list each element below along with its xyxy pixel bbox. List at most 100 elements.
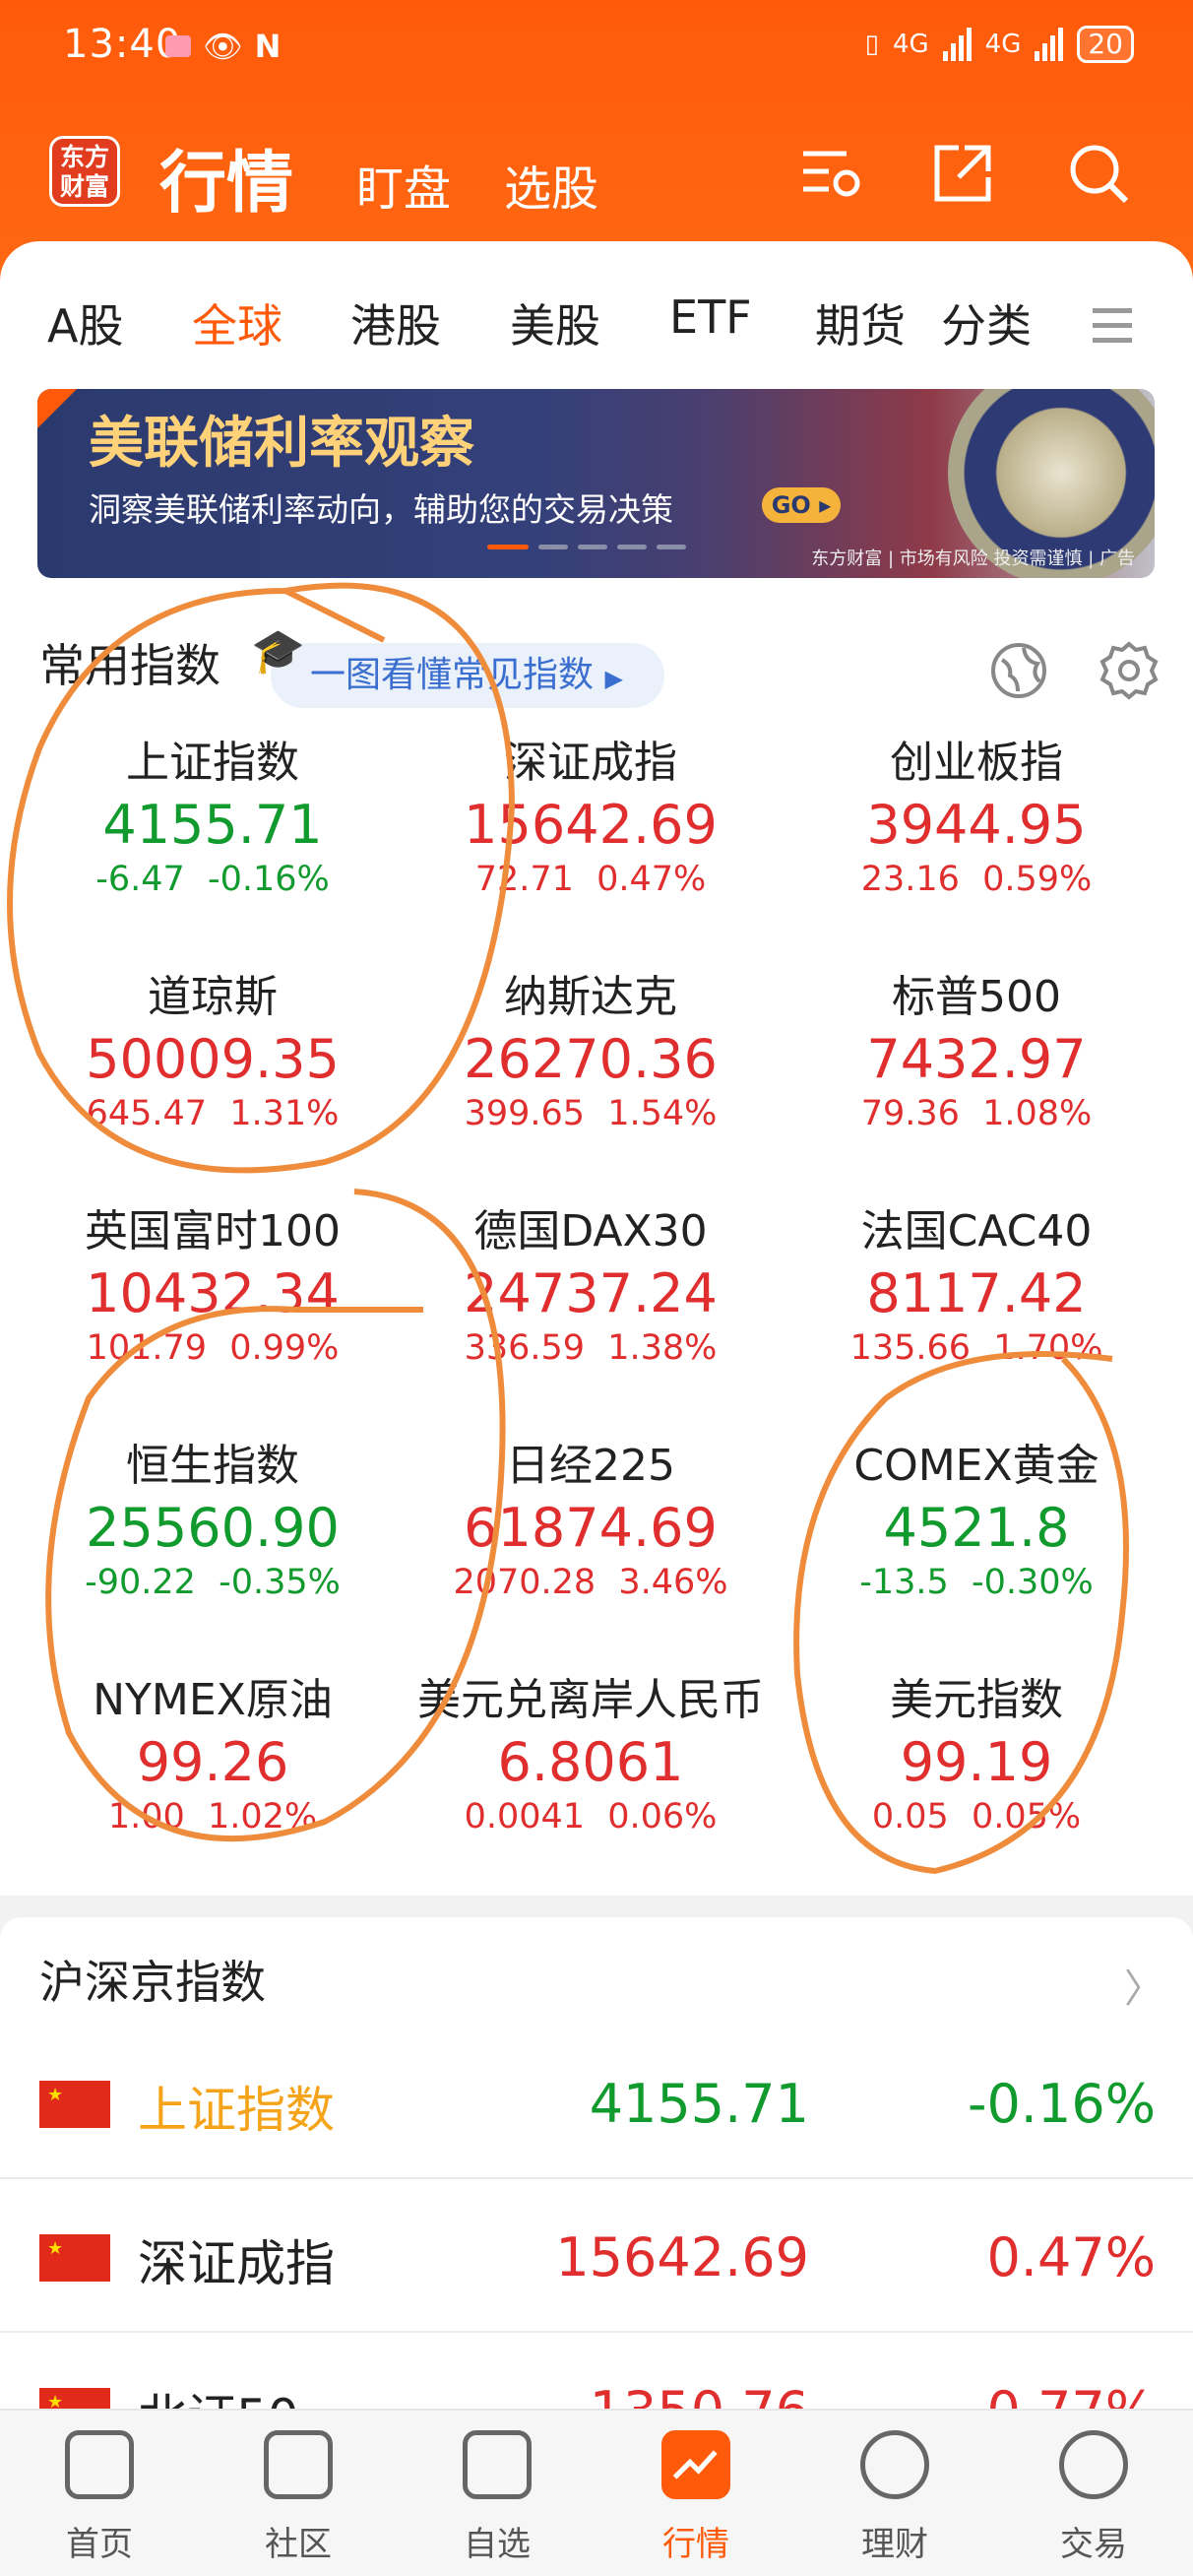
signal-icon-2 xyxy=(1035,28,1064,61)
nav-finance[interactable]: 理财 xyxy=(795,2411,994,2576)
network-label-2: 4G xyxy=(984,30,1022,59)
index-name: 美元指数 xyxy=(890,1675,1063,1725)
app-logo[interactable]: 东方 财富 xyxy=(49,136,120,207)
index-price: 10432.34 xyxy=(86,1262,340,1324)
index-change-value: 399.65 xyxy=(464,1094,586,1133)
index-cell[interactable]: 创业板指 3944.95 23.16 0.59% xyxy=(778,734,1175,901)
guide-pill[interactable]: 一图看懂常见指数 ▶ xyxy=(271,643,664,708)
tab-etf[interactable]: ETF xyxy=(669,290,752,344)
index-cell[interactable]: 标普500 7432.97 79.36 1.08% xyxy=(778,968,1175,1135)
index-change: 135.66 1.70% xyxy=(778,1326,1175,1370)
index-name: 美元兑离岸人民币 xyxy=(417,1675,764,1725)
hsj-row[interactable]: ★ 上证指数 4155.71 -0.16% xyxy=(0,2026,1193,2179)
globe-icon[interactable] xyxy=(988,640,1049,701)
index-change-pct: 1.31% xyxy=(229,1094,340,1133)
index-price: 3944.95 xyxy=(866,794,1087,856)
main-panel: A股 全球 港股 美股 ETF 期货 分类 美联储利率观察 洞察美联储利率动向，… xyxy=(0,241,1193,1896)
tab-dingpan[interactable]: 盯盘 xyxy=(356,150,451,219)
index-change-value: -13.5 xyxy=(859,1563,949,1602)
index-change-value: 79.36 xyxy=(860,1094,960,1133)
tab-futures[interactable]: 期货 xyxy=(815,290,906,355)
index-change-pct: -0.16% xyxy=(207,860,330,899)
hsj-row-price: 15642.69 xyxy=(555,2226,809,2288)
hsj-title: 沪深京指数 xyxy=(39,1956,266,2009)
index-cell[interactable]: NYMEX原油 99.26 1.00 1.02% xyxy=(14,1671,411,1838)
index-change-pct: 0.99% xyxy=(229,1328,340,1368)
index-change-pct: 3.46% xyxy=(618,1563,728,1602)
nav-community[interactable]: 社区 xyxy=(199,2411,398,2576)
tab-category[interactable]: 分类 xyxy=(941,290,1032,355)
index-change-value: 0.05 xyxy=(871,1797,949,1836)
tab-xuangu[interactable]: 选股 xyxy=(504,150,598,219)
status-notification-icons: 👁 N xyxy=(165,28,281,65)
index-name: 恒生指数 xyxy=(126,1441,299,1491)
index-cell[interactable]: 美元兑离岸人民币 6.8061 0.0041 0.06% xyxy=(392,1671,789,1838)
top-bar: 东方 财富 行情 盯盘 选股 xyxy=(0,118,1193,226)
index-change: 645.47 1.31% xyxy=(14,1092,411,1135)
index-cell[interactable]: 美元指数 99.19 0.05 0.05% xyxy=(778,1671,1175,1838)
nav-label: 自选 xyxy=(464,2525,531,2564)
index-price: 4155.71 xyxy=(102,794,323,856)
nav-market[interactable]: 行情 xyxy=(596,2411,795,2576)
index-cell[interactable]: 日经225 61874.69 2070.28 3.46% xyxy=(392,1437,789,1604)
tab-hk[interactable]: 港股 xyxy=(350,290,441,355)
index-cell[interactable]: 上证指数 4155.71 -6.47 -0.16% xyxy=(14,734,411,901)
index-cell[interactable]: COMEX黄金 4521.8 -13.5 -0.30% xyxy=(778,1437,1175,1604)
index-change-value: 1.00 xyxy=(107,1797,185,1836)
index-name: COMEX黄金 xyxy=(853,1441,1099,1491)
banner-go-button[interactable]: GO ▸ xyxy=(762,487,841,523)
index-price: 6.8061 xyxy=(497,1731,684,1793)
index-cell[interactable]: 纳斯达克 26270.36 399.65 1.54% xyxy=(392,968,789,1135)
index-change: -6.47 -0.16% xyxy=(14,858,411,901)
page-title: 行情 xyxy=(159,145,294,223)
nav-label: 首页 xyxy=(66,2525,133,2564)
index-cell[interactable]: 英国富时100 10432.34 101.79 0.99% xyxy=(14,1202,411,1370)
status-bar: 13:40 👁 N ▯ 4G 4G 20 xyxy=(0,0,1193,98)
index-change-pct: 0.47% xyxy=(596,860,707,899)
share-icon[interactable] xyxy=(929,140,996,207)
hsj-indices-list: 沪深京指数 〉 ★ 上证指数 4155.71 -0.16% ★ 深证成指 15642.69 0… xyxy=(0,1917,1193,2486)
search-icon[interactable] xyxy=(1065,140,1132,207)
index-change-pct: -0.30% xyxy=(971,1563,1094,1602)
home-icon xyxy=(65,2430,134,2499)
vibrate-icon: ▯ xyxy=(864,30,879,59)
hsj-row[interactable]: ★ 深证成指 15642.69 0.47% xyxy=(0,2179,1193,2333)
index-cell[interactable]: 法国CAC40 8117.42 135.66 1.70% xyxy=(778,1202,1175,1370)
index-price: 8117.42 xyxy=(866,1262,1087,1324)
index-price: 99.19 xyxy=(900,1731,1053,1793)
tab-us[interactable]: 美股 xyxy=(510,290,600,355)
banner-subtitle: 洞察美联储利率动向，辅助您的交易决策 xyxy=(89,490,673,529)
hsj-row-name: 上证指数 xyxy=(138,2082,335,2139)
index-change-value: -6.47 xyxy=(95,860,185,899)
nav-label: 行情 xyxy=(662,2525,729,2564)
status-time: 13:40 xyxy=(63,22,182,67)
index-change: -13.5 -0.30% xyxy=(778,1561,1175,1604)
section-gap xyxy=(0,1896,1193,1917)
promo-banner[interactable]: 美联储利率观察 洞察美联储利率动向，辅助您的交易决策 GO ▸ 东方财富 | 市… xyxy=(37,389,1155,578)
tab-a-share[interactable]: A股 xyxy=(47,290,123,355)
nav-home[interactable]: 首页 xyxy=(0,2411,199,2576)
gear-icon[interactable] xyxy=(1099,640,1160,701)
tab-global[interactable]: 全球 xyxy=(192,290,283,355)
common-indices-title: 常用指数 xyxy=(39,639,220,692)
index-cell[interactable]: 道琼斯 50009.35 645.47 1.31% xyxy=(14,968,411,1135)
index-name: 道琼斯 xyxy=(148,972,278,1022)
hsj-row-pct: -0.16% xyxy=(967,2073,1156,2135)
index-change-pct: 1.70% xyxy=(993,1328,1103,1368)
nav-trade[interactable]: 交易 xyxy=(994,2411,1193,2576)
index-name: 上证指数 xyxy=(126,738,299,788)
nfc-icon: N xyxy=(254,28,282,65)
chevron-right-icon[interactable]: 〉 xyxy=(1124,1957,1163,2014)
index-change: 101.79 0.99% xyxy=(14,1326,411,1370)
banner-title: 美联储利率观察 xyxy=(89,412,474,476)
index-cell[interactable]: 德国DAX30 24737.24 336.59 1.38% xyxy=(392,1202,789,1370)
nav-watchlist[interactable]: 自选 xyxy=(398,2411,596,2576)
index-change-value: -90.22 xyxy=(85,1563,196,1602)
index-cell[interactable]: 深证成指 15642.69 72.71 0.47% xyxy=(392,734,789,901)
trade-icon xyxy=(1059,2430,1128,2499)
index-change-value: 2070.28 xyxy=(453,1563,596,1602)
tab-menu-icon[interactable] xyxy=(1093,308,1132,353)
index-cell[interactable]: 恒生指数 25560.90 -90.22 -0.35% xyxy=(14,1437,411,1604)
hsj-row-pct: 0.47% xyxy=(986,2226,1156,2288)
settings-list-icon[interactable] xyxy=(797,140,864,207)
